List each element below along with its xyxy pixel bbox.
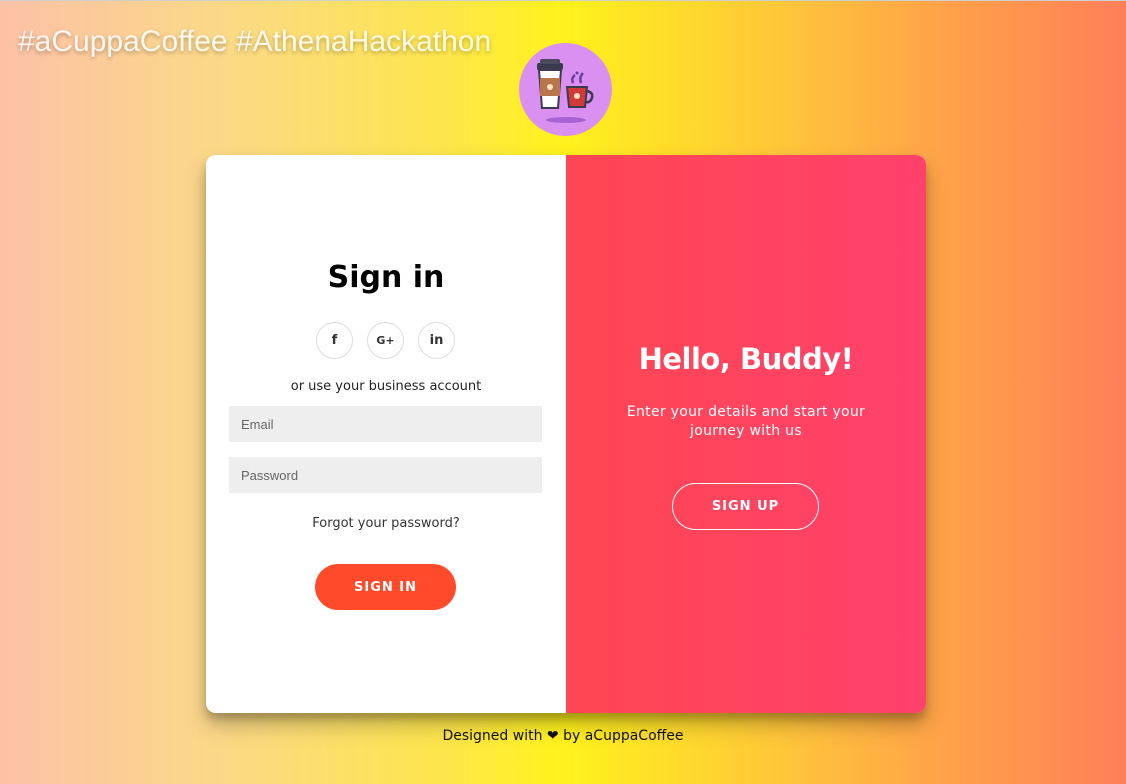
password-field[interactable]	[229, 457, 542, 493]
footer: Designed with ❤ by aCuppaCoffee	[0, 728, 1126, 744]
footer-suffix: by aCuppaCoffee	[563, 728, 684, 744]
auth-card: Sign in f G+ in or use your business acc…	[206, 155, 926, 713]
welcome-panel: Hello, Buddy! Enter your details and sta…	[566, 155, 926, 713]
signin-button[interactable]: SIGN IN	[315, 564, 456, 610]
signin-panel: Sign in f G+ in or use your business acc…	[206, 155, 566, 713]
welcome-subtitle: Enter your details and start your journe…	[626, 404, 866, 439]
coffee-cups-icon	[519, 43, 612, 136]
welcome-title: Hello, Buddy!	[638, 342, 854, 376]
alt-signin-text: or use your business account	[290, 379, 482, 394]
linkedin-icon[interactable]: in	[418, 322, 455, 359]
google-plus-icon[interactable]: G+	[367, 322, 404, 359]
footer-prefix: Designed with	[442, 728, 543, 744]
hashtag-banner: #aCuppaCoffee #AthenaHackathon	[18, 25, 492, 58]
heart-icon: ❤	[546, 728, 559, 744]
top-border	[0, 0, 1126, 1]
forgot-password-link[interactable]: Forgot your password?	[206, 516, 566, 531]
social-login-row: f G+ in	[316, 322, 457, 360]
email-field[interactable]	[229, 406, 542, 442]
signin-title: Sign in	[327, 260, 445, 295]
signup-button[interactable]: SIGN UP	[672, 483, 819, 530]
facebook-icon[interactable]: f	[316, 322, 353, 359]
